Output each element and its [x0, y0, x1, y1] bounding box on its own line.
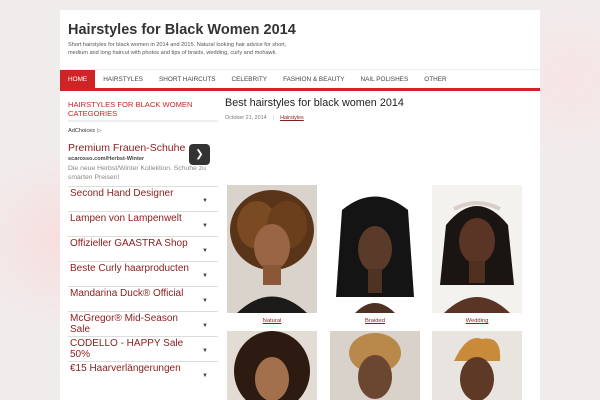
ad-link-label: Beste Curly haarproducten	[70, 263, 189, 274]
photo-natural-hairstyle[interactable]	[227, 185, 317, 313]
photo-wedding-hairstyle[interactable]	[432, 185, 522, 313]
chevron-down-icon: ▼	[202, 323, 208, 329]
adchoices-label[interactable]: AdChoices ▷	[68, 128, 218, 134]
photo-braided-hairstyle[interactable]	[330, 185, 420, 313]
ad-link-list: Second Hand Designer ▼ Lampen von Lampenw…	[68, 186, 218, 386]
nav-item-home[interactable]: HOME	[60, 70, 96, 88]
nav-item-nail-polishes[interactable]: NAIL POLISHES	[353, 70, 417, 88]
chevron-down-icon: ▼	[202, 298, 208, 304]
main-content: Best hairstyles for black women 2014 Oct…	[225, 97, 535, 121]
ad-link-item[interactable]: Mandarina Duck® Official ▼	[68, 286, 218, 311]
ad-link-item[interactable]: CODELLO - HAPPY Sale 50% ▼	[68, 336, 218, 361]
meta-separator: |	[272, 115, 275, 121]
chevron-down-icon: ▼	[202, 373, 208, 379]
nav-item-other[interactable]: OTHER	[416, 70, 454, 88]
ad-link-item[interactable]: Lampen von Lampenwelt ▼	[68, 211, 218, 236]
site-title[interactable]: Hairstyles for Black Women 2014	[68, 22, 296, 38]
chevron-down-icon: ▼	[202, 248, 208, 254]
nav-item-short-haircuts[interactable]: SHORT HAIRCUTS	[151, 70, 224, 88]
caption-braided[interactable]: Braided	[330, 318, 420, 324]
sidebar: HAIRSTYLES FOR BLACK WOMEN CATEGORIES Ad…	[68, 100, 218, 386]
caption-wedding[interactable]: Wedding	[432, 318, 522, 324]
ad-link-item[interactable]: €15 Haarverlängerungen ▼	[68, 361, 218, 386]
ad-link-label: CODELLO - HAPPY Sale 50%	[70, 338, 184, 360]
nav-item-fashion-beauty[interactable]: FASHION & BEAUTY	[275, 70, 352, 88]
post-meta: October 21, 2014 | Hairstyles	[225, 115, 535, 121]
post-date: October 21, 2014	[225, 115, 267, 121]
ad-link-item[interactable]: McGregor® Mid-Season Sale ▼	[68, 311, 218, 336]
sidebar-title: HAIRSTYLES FOR BLACK WOMEN CATEGORIES	[68, 100, 218, 122]
ad-link-label: Offizieller GAASTRA Shop	[70, 238, 188, 249]
chevron-down-icon: ▼	[202, 198, 208, 204]
photo-curly-hairstyle[interactable]	[227, 331, 317, 400]
adchoices-text: AdChoices	[68, 128, 96, 134]
ad-link-item[interactable]: Beste Curly haarproducten ▼	[68, 261, 218, 286]
ad-link-label: Mandarina Duck® Official	[70, 288, 184, 299]
ad-headline[interactable]: Premium Frauen-Schuhe	[68, 142, 188, 154]
chevron-right-icon[interactable]: ❯	[189, 144, 210, 165]
ad-link-label: Lampen von Lampenwelt	[70, 213, 182, 224]
chevron-down-icon: ▼	[202, 273, 208, 279]
ad-description: Die neue Herbst/Winter Kollektion. Schuh…	[68, 165, 206, 181]
ad-link-label: Second Hand Designer	[70, 188, 174, 199]
ad-link-label: McGregor® Mid-Season Sale	[70, 313, 178, 335]
ad-link-label: €15 Haarverlängerungen	[70, 363, 181, 374]
adchoices-icon: ▷	[97, 128, 102, 134]
ad-link-item[interactable]: Offizieller GAASTRA Shop ▼	[68, 236, 218, 261]
main-nav: HOME HAIRSTYLES SHORT HAIRCUTS CELEBRITY…	[60, 69, 540, 91]
ad-block[interactable]: Premium Frauen-Schuhe scarosso.com/Herbs…	[68, 142, 218, 182]
chevron-down-icon: ▼	[202, 223, 208, 229]
nav-item-hairstyles[interactable]: HAIRSTYLES	[95, 70, 151, 88]
chevron-down-icon: ▼	[202, 348, 208, 354]
photo-short-hairstyle[interactable]	[330, 331, 420, 400]
caption-natural[interactable]: Natural	[227, 318, 317, 324]
post-category-link[interactable]: Hairstyles	[280, 115, 304, 121]
nav-item-celebrity[interactable]: CELEBRITY	[224, 70, 276, 88]
site-container: Hairstyles for Black Women 2014 Short ha…	[60, 10, 540, 400]
ad-link-item[interactable]: Second Hand Designer ▼	[68, 186, 218, 211]
site-tagline: Short hairstyles for black women in 2014…	[68, 42, 287, 56]
post-title[interactable]: Best hairstyles for black women 2014	[225, 97, 535, 109]
photo-mohawk-hairstyle[interactable]	[432, 331, 522, 400]
